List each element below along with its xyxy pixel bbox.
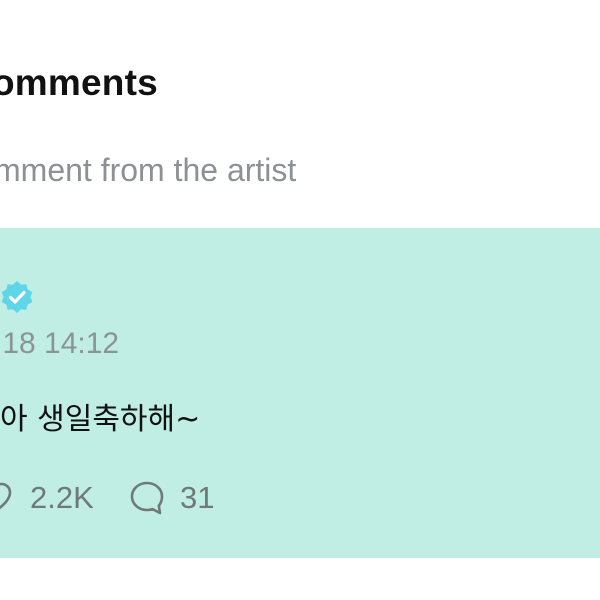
like-count: 2.2K: [30, 480, 94, 515]
reply-button[interactable]: 31: [128, 478, 214, 518]
comment-text: 아 생일축하해~: [0, 402, 201, 437]
comment-timestamp: .18 14:12: [0, 327, 120, 360]
like-button[interactable]: 2.2K: [0, 478, 94, 518]
section-title: omments: [0, 62, 158, 103]
artist-comments-page: omments mment from the artist .18 14:12 …: [0, 0, 600, 600]
heart-outline-icon: [0, 482, 12, 510]
reply-count: 31: [180, 480, 215, 515]
verified-badge-icon: [1, 281, 33, 313]
speech-bubble-icon: [130, 481, 164, 515]
section-subtitle: mment from the artist: [0, 152, 297, 188]
